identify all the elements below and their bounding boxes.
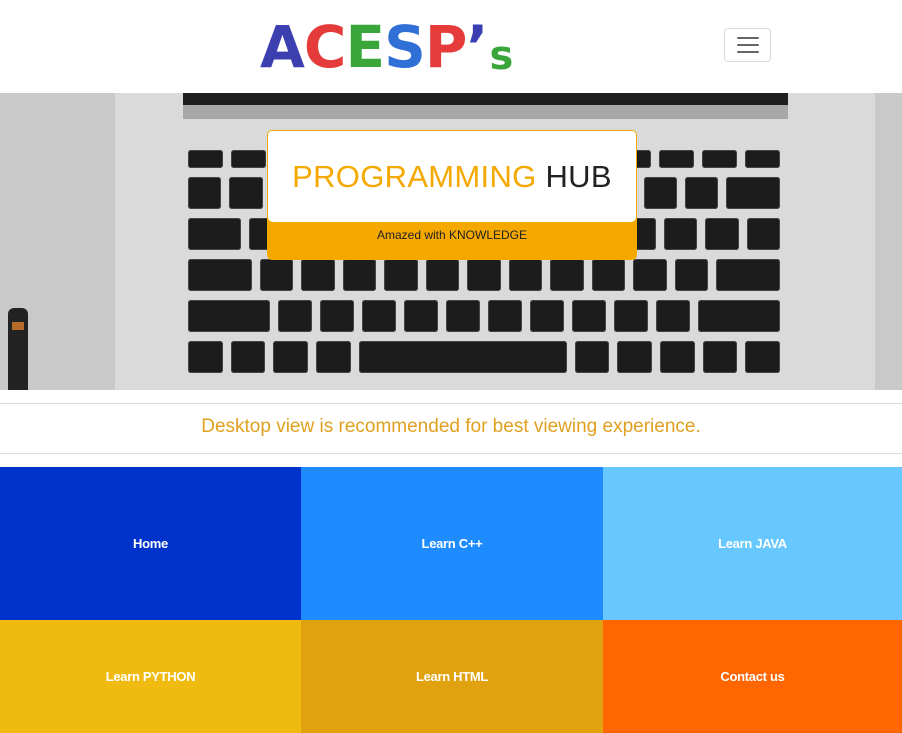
logo-letter-c: C <box>303 13 347 81</box>
tile-learn-java[interactable]: Learn JAVA <box>603 467 902 620</box>
logo-letter-s-small: s <box>489 33 513 79</box>
tile-home[interactable]: Home <box>0 467 301 620</box>
pen-image <box>8 308 28 390</box>
hub-subtitle: Amazed with KNOWLEDGE <box>376 228 528 242</box>
hub-title-programming: PROGRAMMING <box>292 158 537 194</box>
programming-hub-card: PROGRAMMING HUB Amazed with KNOWLEDGE <box>267 130 637 260</box>
tile-learn-cpp[interactable]: Learn C++ <box>301 467 603 620</box>
tile-learn-html[interactable]: Learn HTML <box>301 620 603 733</box>
hero-banner: PROGRAMMING HUB Amazed with KNOWLEDGE <box>0 93 902 390</box>
hamburger-icon <box>736 37 759 39</box>
notice-divider-bottom <box>0 453 902 454</box>
logo-letter-a: A <box>260 13 305 81</box>
tile-label: Learn HTML <box>415 669 489 684</box>
navigation-tiles: Home Learn C++ Learn JAVA Learn PYTHON L… <box>0 467 902 733</box>
navbar-toggle-button[interactable] <box>724 28 771 62</box>
laptop-hinge <box>183 93 788 105</box>
tile-label: Learn JAVA <box>718 536 787 551</box>
tile-label: Home <box>133 536 168 551</box>
logo-letter-p: P <box>424 13 468 81</box>
hub-title: PROGRAMMING HUB <box>292 159 612 195</box>
logo-apostrophe: ’ <box>466 13 488 81</box>
acesps-logo[interactable]: A C E S P ’ s <box>260 13 513 81</box>
tile-label: Contact us <box>720 669 785 684</box>
hub-title-hub: HUB <box>545 158 612 194</box>
desktop-view-notice: Desktop view is recommended for best vie… <box>201 416 701 437</box>
hamburger-icon-line <box>736 51 759 53</box>
hamburger-icon-line <box>736 44 759 46</box>
logo-letter-s: S <box>384 13 426 81</box>
tile-contact-us[interactable]: Contact us <box>603 620 902 733</box>
laptop-hinge-edge <box>183 105 788 119</box>
logo-letter-e: E <box>345 13 385 81</box>
notice-divider-top <box>0 403 902 404</box>
tile-learn-python[interactable]: Learn PYTHON <box>0 620 301 733</box>
hub-title-panel: PROGRAMMING HUB <box>268 131 636 222</box>
tile-label: Learn C++ <box>421 536 483 551</box>
tile-label: Learn PYTHON <box>105 669 196 684</box>
site-header: A C E S P ’ s <box>0 0 902 93</box>
